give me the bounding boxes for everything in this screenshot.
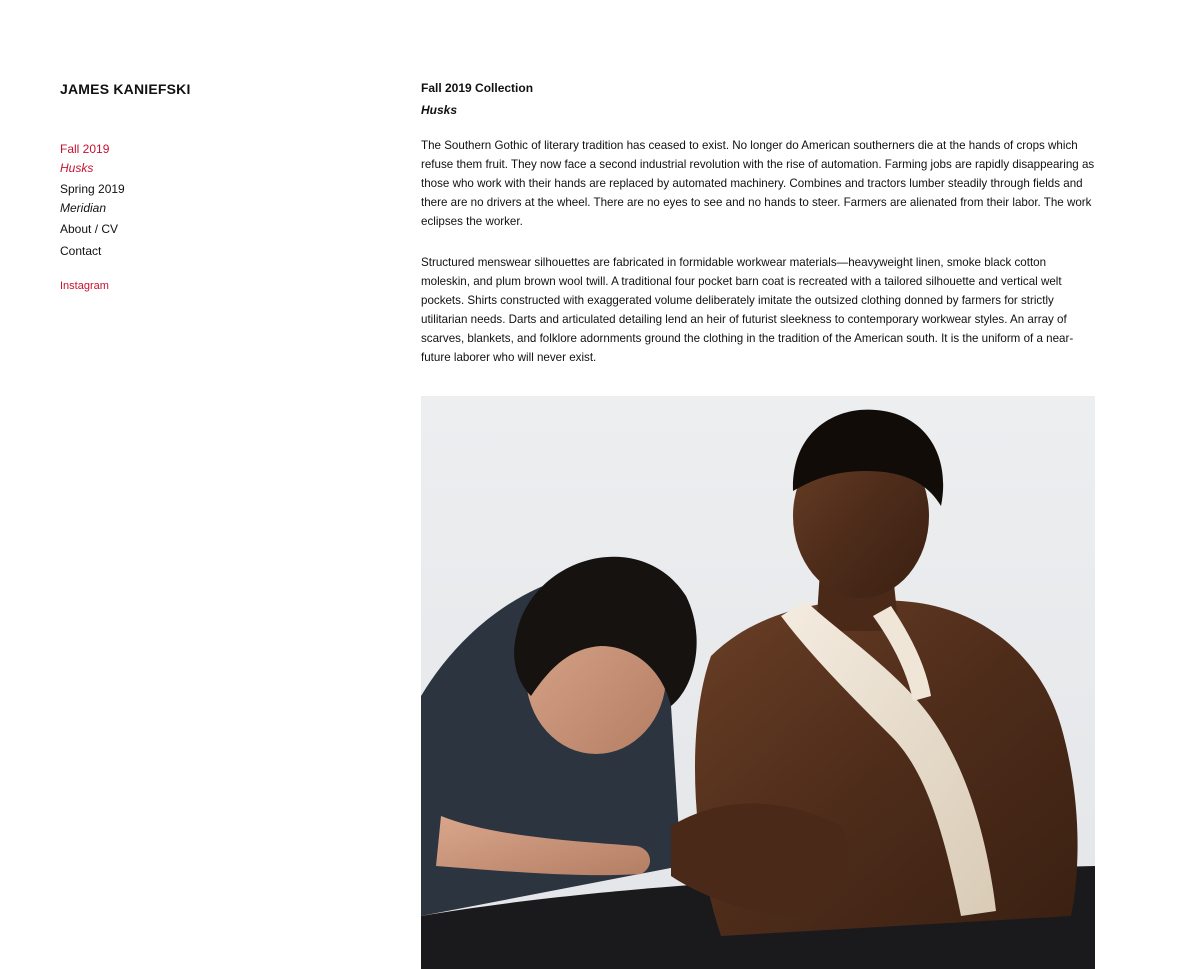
site-title[interactable]: JAMES KANIEFSKI	[60, 80, 360, 98]
collection-content: Fall 2019 Collection Husks The Southern …	[421, 80, 1095, 367]
main-nav: Fall 2019 Husks Spring 2019 Meridian Abo…	[60, 140, 360, 261]
nav-item-husks[interactable]: Husks	[60, 159, 360, 178]
collection-description-paragraph: The Southern Gothic of literary traditio…	[421, 139, 1095, 228]
nav-item-spring-2019[interactable]: Spring 2019	[60, 180, 360, 199]
collection-name: Husks	[421, 103, 458, 117]
nav-item-contact[interactable]: Contact	[60, 242, 360, 261]
nav-item-about-cv[interactable]: About / CV	[60, 220, 360, 239]
nav-item-meridian[interactable]: Meridian	[60, 199, 360, 218]
sidebar: JAMES KANIEFSKI Fall 2019 Husks Spring 2…	[60, 80, 360, 293]
collection-description-paragraph: Structured menswear silhouettes are fabr…	[421, 256, 1074, 364]
instagram-link[interactable]: Instagram	[60, 279, 360, 293]
collection-photo-illustration	[421, 396, 1095, 969]
collection-photo	[421, 396, 1095, 969]
collection-title: Fall 2019 Collection	[421, 81, 534, 95]
nav-item-fall-2019[interactable]: Fall 2019	[60, 140, 360, 159]
